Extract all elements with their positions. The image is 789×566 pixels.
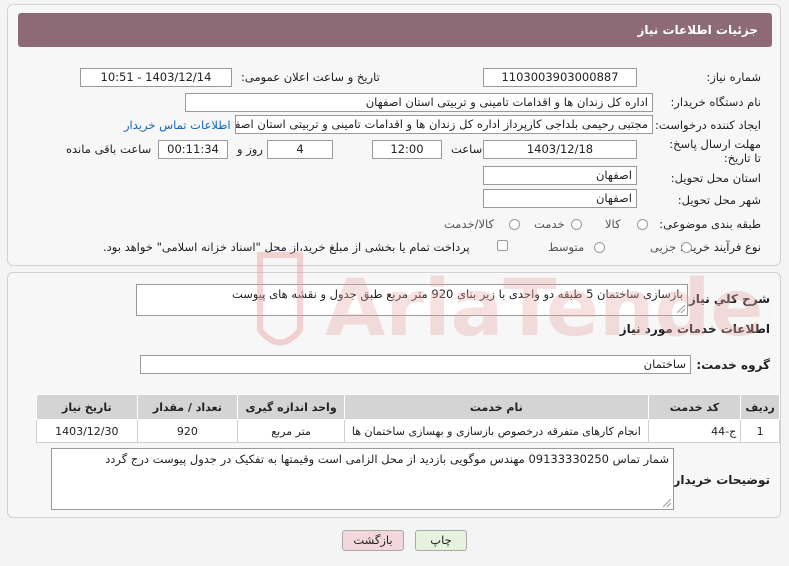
days-label: روز و xyxy=(237,142,263,156)
service-details-panel: شرح كلي نياز: بازسازی ساختمان 5 طبقه دو … xyxy=(7,272,781,518)
back-button[interactable]: بازگشت xyxy=(342,530,404,551)
process-minor-label: جزیی xyxy=(650,240,677,254)
service-group-label: گروه خدمت: xyxy=(696,358,770,372)
buyer-notes-label: توضیحات خریدار: xyxy=(668,473,770,487)
col-row-number: ردیف xyxy=(740,394,780,420)
buyer-label: نام دستگاه خریدار: xyxy=(670,95,761,109)
announce-label: تاریخ و ساعت اعلان عمومی: xyxy=(241,70,380,84)
days-field[interactable]: 4 xyxy=(267,140,333,159)
category-label: طبقه بندی موضوعی: xyxy=(659,217,761,231)
deadline-date-field[interactable]: 1403/12/18 xyxy=(483,140,637,159)
service-code-cell: ج-44 xyxy=(647,419,742,443)
remaining-time-field[interactable]: 00:11:34 xyxy=(158,140,228,159)
service-name-cell: انجام کارهای متفرقه درخصوص بازسازی و بهس… xyxy=(343,419,649,443)
summary-label: شرح كلي نياز: xyxy=(684,292,770,306)
services-heading: اطلاعات خدمات مورد نياز xyxy=(619,322,770,336)
process-medium-radio[interactable] xyxy=(594,242,605,253)
buyer-notes-text: شمار تماس 09133330250 مهندس موگویی بازدی… xyxy=(105,452,669,466)
buyer-field[interactable]: اداره کل زندان ها و اقدامات تامینی و ترب… xyxy=(185,93,653,112)
category-goods-radio[interactable] xyxy=(637,219,648,230)
announce-field[interactable]: 1403/12/14 - 10:51 xyxy=(80,68,232,87)
treasury-checkbox[interactable] xyxy=(497,240,508,251)
process-medium-label: متوسط xyxy=(548,240,585,254)
col-quantity: تعداد / مقدار xyxy=(136,394,239,420)
unit-cell: متر مربع xyxy=(237,419,345,443)
category-service-label: خدمت xyxy=(534,217,565,231)
remaining-label: ساعت باقی مانده xyxy=(66,142,152,156)
time-label: ساعت xyxy=(451,142,483,156)
col-unit: واحد اندازه گیری xyxy=(237,394,345,420)
contact-info-link[interactable]: اطلاعات تماس خریدار xyxy=(124,118,231,132)
province-label: استان محل تحویل: xyxy=(670,171,761,185)
table-header-row: ردیف کد خدمت نام خدمت واحد اندازه گیری ت… xyxy=(36,394,780,420)
deadline-label: مهلت ارسال پاسخ: تا تاریخ: xyxy=(669,137,761,165)
deadline-time-field[interactable]: 12:00 xyxy=(372,140,442,159)
page-title: جزئیات اطلاعات نیاز xyxy=(18,13,772,47)
table-row: 1 ج-44 انجام کارهای متفرقه درخصوص بازساز… xyxy=(36,419,780,443)
resize-grip-icon[interactable] xyxy=(663,499,671,507)
buyer-notes-textarea[interactable]: شمار تماس 09133330250 مهندس موگویی بازدی… xyxy=(51,448,674,510)
province-field[interactable]: اصفهان xyxy=(483,166,637,185)
process-minor-radio[interactable] xyxy=(681,242,692,253)
summary-text: بازسازی ساختمان 5 طبقه دو واحدی با زیر ب… xyxy=(231,287,683,301)
row-number-cell: 1 xyxy=(740,419,780,443)
services-table: ردیف کد خدمت نام خدمت واحد اندازه گیری ت… xyxy=(36,394,780,443)
need-date-cell: 1403/12/30 xyxy=(36,419,138,443)
col-service-code: کد خدمت xyxy=(647,394,742,420)
col-service-name: نام خدمت xyxy=(343,394,649,420)
category-goods-service-radio[interactable] xyxy=(509,219,520,230)
service-group-field[interactable]: ساختمان xyxy=(140,355,691,374)
col-need-date: تاریخ نیاز xyxy=(36,394,138,420)
category-goods-service-label: کالا/خدمت xyxy=(444,217,495,231)
print-button[interactable]: چاپ xyxy=(415,530,467,551)
creator-label: ایجاد کننده درخواست: xyxy=(655,118,761,132)
need-number-label: شماره نیاز: xyxy=(706,70,761,84)
category-service-radio[interactable] xyxy=(571,219,582,230)
category-goods-label: کالا xyxy=(605,217,621,231)
resize-grip-icon[interactable] xyxy=(677,305,685,313)
payment-note: پرداخت تمام یا بخشی از مبلغ خرید،از محل … xyxy=(103,240,470,254)
city-field[interactable]: اصفهان xyxy=(483,189,637,208)
city-label: شهر محل تحویل: xyxy=(677,193,761,207)
need-number-field[interactable]: 1103003903000887 xyxy=(483,68,637,87)
summary-textarea[interactable]: بازسازی ساختمان 5 طبقه دو واحدی با زیر ب… xyxy=(136,284,688,316)
creator-field[interactable]: مجتبی رحیمی بلداجی کارپرداز اداره کل زند… xyxy=(235,115,653,134)
quantity-cell: 920 xyxy=(136,419,239,443)
